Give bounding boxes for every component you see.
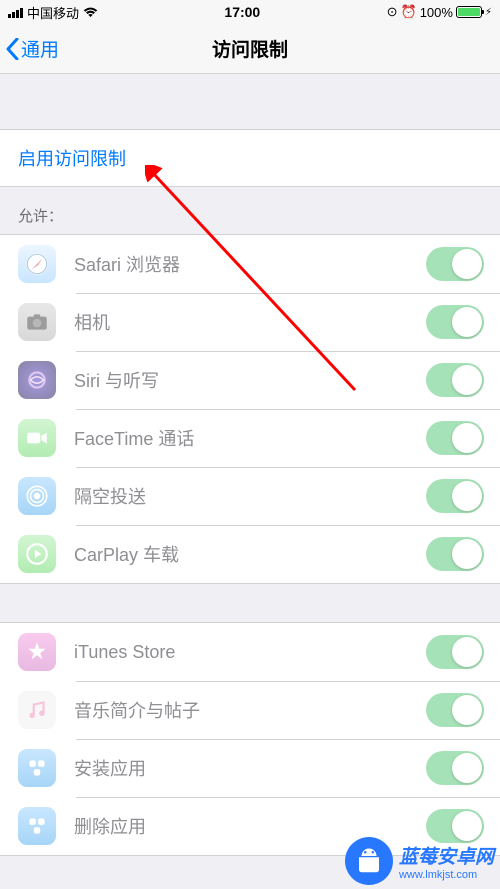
list-item-itunes: iTunes Store: [0, 623, 500, 681]
alarm-icon: ⏰: [401, 4, 417, 20]
status-bar: 中国移动 17:00 ⊙ ⏰ 100% ⚡︎: [0, 0, 500, 24]
switch-airdrop[interactable]: [426, 479, 484, 513]
list-item-facetime: FaceTime 通话: [0, 409, 500, 467]
section-header-allow: 允许：: [0, 187, 500, 234]
watermark-icon: [345, 837, 393, 885]
watermark: 蓝莓安卓网 www.lmkjst.com: [345, 837, 500, 885]
chevron-left-icon: [6, 38, 19, 60]
list-item-label: 相机: [74, 309, 426, 335]
switch-safari[interactable]: [426, 247, 484, 281]
spacer: [0, 74, 500, 129]
list-item-airdrop: 隔空投送: [0, 467, 500, 525]
list-item-label: 安装应用: [74, 755, 426, 781]
back-button[interactable]: 通用: [0, 35, 59, 62]
watermark-title: 蓝莓安卓网: [399, 842, 494, 869]
switch-siri[interactable]: [426, 363, 484, 397]
carrier-label: 中国移动: [27, 3, 79, 22]
battery-percent: 100%: [420, 5, 453, 20]
watermark-url: www.lmkjst.com: [399, 869, 494, 881]
list-item-label: Safari 浏览器: [74, 251, 426, 277]
status-time: 17:00: [224, 4, 260, 20]
watermark-text: 蓝莓安卓网 www.lmkjst.com: [399, 842, 494, 881]
itunes-icon: [18, 633, 56, 671]
carplay-icon: [18, 535, 56, 573]
facetime-icon: [18, 419, 56, 457]
switch-install[interactable]: [426, 751, 484, 785]
switch-itunes[interactable]: [426, 635, 484, 669]
delete-app-icon: [18, 807, 56, 845]
list-item-label: FaceTime 通话: [74, 425, 426, 451]
nav-bar: 通用 访问限制: [0, 24, 500, 74]
list-item-safari: Safari 浏览器: [0, 235, 500, 293]
list-item-label: 删除应用: [74, 813, 426, 839]
list-item-camera: 相机: [0, 293, 500, 351]
list-item-label: 隔空投送: [74, 483, 426, 509]
install-app-icon: [18, 749, 56, 787]
list-item-label: 音乐简介与帖子: [74, 697, 426, 723]
store-list: iTunes Store 音乐简介与帖子 安装应用 删除应用: [0, 622, 500, 856]
section-gap: [0, 584, 500, 622]
allow-list: Safari 浏览器 相机 Siri 与听写 FaceTime 通话 隔空投送 …: [0, 234, 500, 584]
siri-icon: [18, 361, 56, 399]
list-item-carplay: CarPlay 车载: [0, 525, 500, 583]
list-item-siri: Siri 与听写: [0, 351, 500, 409]
list-item-label: iTunes Store: [74, 642, 426, 663]
enable-restrictions-link[interactable]: 启用访问限制: [18, 149, 126, 169]
camera-icon: [18, 303, 56, 341]
music-icon: [18, 691, 56, 729]
orientation-lock-icon: ⊙: [387, 4, 398, 20]
charging-icon: ⚡︎: [485, 7, 492, 18]
page-title: 访问限制: [212, 35, 288, 62]
wifi-icon: [83, 7, 98, 18]
status-right: ⊙ ⏰ 100% ⚡︎: [387, 4, 492, 20]
switch-music[interactable]: [426, 693, 484, 727]
battery-icon: [456, 6, 482, 18]
list-item-install: 安装应用: [0, 739, 500, 797]
list-item-label: CarPlay 车载: [74, 541, 426, 567]
list-item-music: 音乐简介与帖子: [0, 681, 500, 739]
safari-icon: [18, 245, 56, 283]
switch-facetime[interactable]: [426, 421, 484, 455]
list-item-label: Siri 与听写: [74, 367, 426, 393]
airdrop-icon: [18, 477, 56, 515]
back-label: 通用: [21, 35, 59, 62]
switch-carplay[interactable]: [426, 537, 484, 571]
signal-icon: [8, 7, 23, 18]
enable-restrictions-row[interactable]: 启用访问限制: [0, 129, 500, 187]
status-left: 中国移动: [8, 3, 98, 22]
switch-camera[interactable]: [426, 305, 484, 339]
